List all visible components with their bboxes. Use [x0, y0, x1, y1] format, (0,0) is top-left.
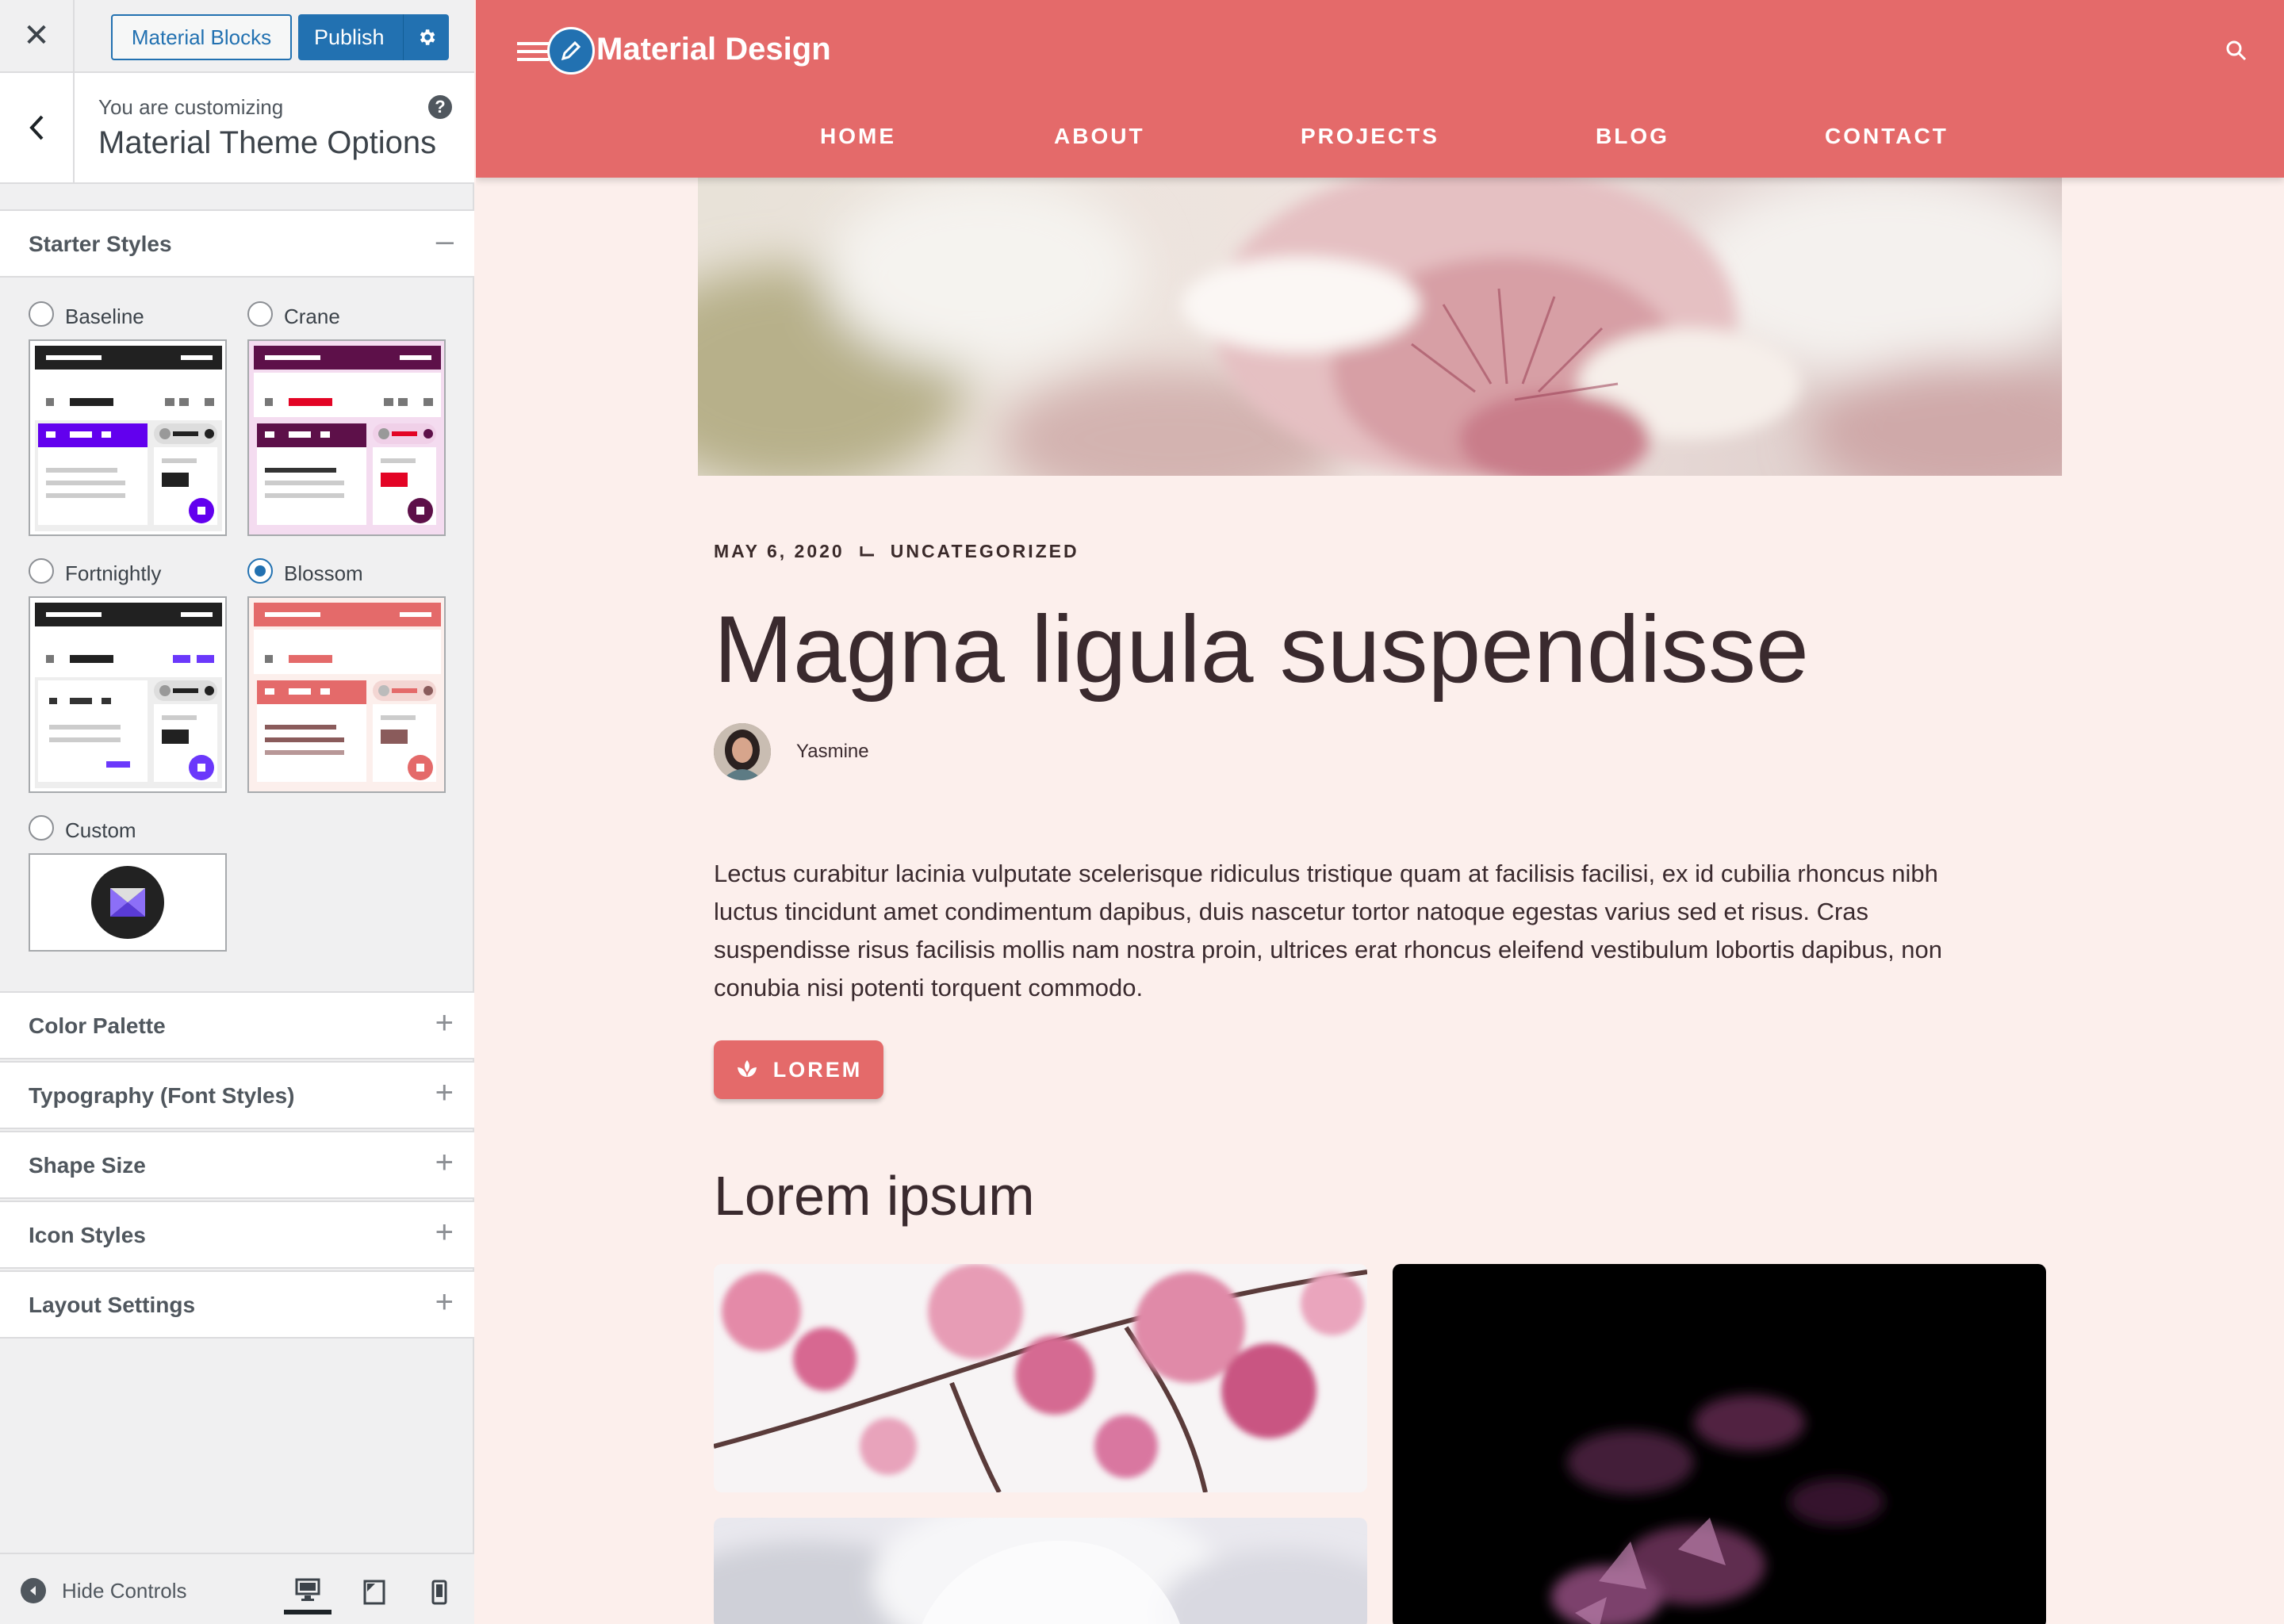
post-title: Magna ligula suspendisse	[714, 596, 1809, 703]
expand-icon: +	[435, 1145, 454, 1180]
nav-item-contact[interactable]: CONTACT	[1825, 124, 1949, 149]
style-label: Blossom	[284, 561, 363, 585]
section-label: Icon Styles	[29, 1223, 146, 1247]
section-icon-styles[interactable]: Icon Styles +	[0, 1201, 474, 1269]
nav-item-about[interactable]: ABOUT	[1054, 124, 1145, 149]
search-icon[interactable]	[2225, 40, 2248, 62]
button-label: LOREM	[772, 1057, 863, 1082]
author-name[interactable]: Yasmine	[796, 741, 869, 763]
style-thumbnail[interactable]	[29, 339, 227, 536]
expand-icon: +	[435, 1285, 454, 1320]
style-label: Baseline	[65, 304, 144, 328]
material-blocks-button[interactable]: Material Blocks	[111, 14, 292, 60]
style-thumbnail[interactable]	[29, 853, 227, 952]
publish-label: Publish	[314, 25, 385, 49]
gear-icon	[420, 29, 435, 45]
section-layout-settings[interactable]: Layout Settings +	[0, 1270, 474, 1339]
customizer-sidebar: ✕ Material Blocks Publish You are custom…	[0, 0, 474, 1624]
post-date[interactable]: MAY 6, 2020	[714, 541, 845, 562]
close-customizer-button[interactable]: ✕	[0, 0, 75, 71]
section-label: Starter Styles	[29, 232, 172, 256]
section-shape-size[interactable]: Shape Size +	[0, 1131, 474, 1199]
style-label: Custom	[65, 818, 136, 842]
post-body: Lectus curabitur lacinia vulputate scele…	[714, 860, 1943, 1002]
spa-icon	[737, 1060, 757, 1077]
crane-preview-image	[249, 341, 444, 534]
menu-icon[interactable]	[517, 40, 549, 63]
customizing-subtitle: You are customizing	[98, 95, 284, 119]
style-label: Fortnightly	[65, 561, 162, 585]
publish-button[interactable]: Publish	[298, 14, 449, 60]
radio-button[interactable]	[29, 558, 54, 584]
site-preview: Material Design HOME ABOUT PROJECTS BLOG…	[476, 0, 2284, 1624]
panel-title: Material Theme Options	[98, 125, 437, 160]
site-title[interactable]: Material Design	[596, 32, 831, 67]
collapse-sidebar-icon	[21, 1578, 46, 1603]
nav-item-blog[interactable]: BLOG	[1596, 124, 1669, 149]
site-header: Material Design HOME ABOUT PROJECTS BLOG…	[476, 0, 2284, 178]
nav-item-home[interactable]: HOME	[820, 124, 896, 149]
hide-controls-button[interactable]: Hide Controls	[21, 1578, 187, 1603]
style-thumbnail[interactable]	[29, 596, 227, 793]
style-thumbnail[interactable]	[247, 339, 446, 536]
style-thumbnail[interactable]	[247, 596, 446, 793]
gallery-image-cherry-blossom[interactable]	[714, 1264, 1367, 1492]
section-starter-styles[interactable]: Starter Styles –	[0, 209, 474, 278]
gallery-image-white-petal[interactable]	[714, 1518, 1367, 1624]
mobile-preview-button[interactable]	[416, 1570, 463, 1614]
section-label: Layout Settings	[29, 1293, 196, 1317]
desktop-icon	[295, 1578, 320, 1601]
section-label: Color Palette	[29, 1013, 166, 1038]
expand-icon: +	[435, 1005, 454, 1040]
baseline-preview-image	[35, 346, 222, 531]
close-icon: ✕	[23, 18, 50, 53]
customizer-footer: Hide Controls	[0, 1553, 474, 1624]
section-color-palette[interactable]: Color Palette +	[0, 991, 474, 1059]
material-logo-icon	[91, 866, 164, 939]
hide-controls-label: Hide Controls	[62, 1578, 187, 1603]
lorem-button[interactable]: LOREM	[714, 1040, 883, 1099]
tablet-preview-button[interactable]	[351, 1570, 398, 1614]
customizer-info-panel: You are customizing Material Theme Optio…	[0, 73, 474, 184]
radio-button-selected[interactable]	[247, 558, 273, 584]
radio-button[interactable]	[29, 815, 54, 841]
collapse-icon: –	[435, 224, 454, 259]
style-label: Crane	[284, 304, 340, 328]
blossom-preview-image	[249, 598, 444, 791]
help-icon[interactable]: ?	[428, 95, 452, 119]
mobile-icon	[431, 1580, 447, 1605]
tablet-icon	[363, 1580, 385, 1605]
post-meta: MAY 6, 2020 UNCATEGORIZED	[714, 541, 1079, 562]
radio-button[interactable]	[247, 301, 273, 327]
author-avatar[interactable]	[714, 723, 771, 780]
radio-button[interactable]	[29, 301, 54, 327]
desktop-preview-button[interactable]	[284, 1570, 331, 1614]
gallery-image-dark-flower[interactable]	[1393, 1264, 2046, 1624]
nav-item-projects[interactable]: PROJECTS	[1301, 124, 1439, 149]
section-label: Shape Size	[29, 1153, 146, 1178]
back-button[interactable]	[0, 73, 75, 182]
section-heading: Lorem ipsum	[714, 1165, 1035, 1227]
pencil-icon	[561, 40, 581, 61]
publish-settings-button[interactable]	[403, 14, 449, 60]
post-category[interactable]: UNCATEGORIZED	[891, 541, 1079, 562]
expand-icon: +	[435, 1075, 454, 1110]
site-logo[interactable]	[547, 27, 595, 75]
featured-image	[698, 178, 2062, 476]
main-navigation: HOME ABOUT PROJECTS BLOG CONTACT	[476, 124, 2284, 152]
fortnightly-preview-image	[35, 603, 222, 788]
corner-arrow-icon	[860, 546, 874, 556]
customizer-topbar: ✕ Material Blocks Publish	[0, 0, 474, 73]
expand-icon: +	[435, 1215, 454, 1250]
section-typography[interactable]: Typography (Font Styles) +	[0, 1061, 474, 1129]
section-label: Typography (Font Styles)	[29, 1083, 295, 1108]
chevron-left-icon	[29, 115, 44, 140]
